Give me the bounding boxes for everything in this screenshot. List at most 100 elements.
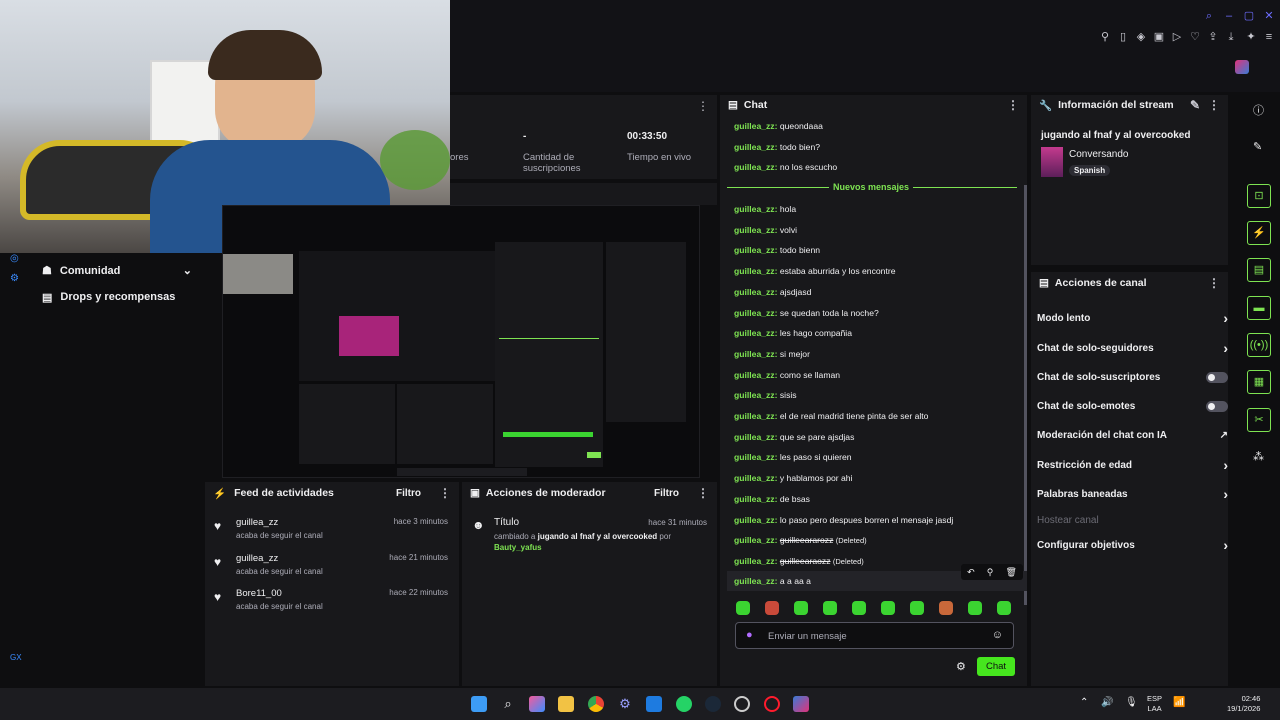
close-icon[interactable]: ✕: [1262, 9, 1276, 23]
share-icon[interactable]: ⇪: [1206, 30, 1220, 44]
chat-message[interactable]: guillea_zz: sisis: [734, 390, 797, 400]
emote-icon[interactable]: [910, 601, 924, 615]
emote-icon[interactable]: [736, 601, 750, 615]
gear-icon[interactable]: ⚙: [10, 273, 19, 284]
broadcast-icon[interactable]: ((•)): [1247, 333, 1271, 357]
mod-entry-user[interactable]: Bauty_yafus: [494, 543, 542, 552]
steam-icon[interactable]: [705, 696, 721, 712]
emote-icon[interactable]: [881, 601, 895, 615]
emote-icon[interactable]: [997, 601, 1011, 615]
toggle-switch[interactable]: [1206, 400, 1228, 412]
more-icon[interactable]: ⋮: [697, 486, 709, 500]
chat-message[interactable]: guillea_zz: de bsas: [734, 494, 810, 504]
camera-icon[interactable]: ▣: [1152, 30, 1166, 44]
nav-drops[interactable]: ▤ Drops y recompensas: [42, 291, 175, 304]
whatsapp-icon[interactable]: [676, 696, 692, 712]
action-emotes-only[interactable]: Chat de solo-emotes: [1037, 396, 1228, 416]
emote-icon[interactable]: [765, 601, 779, 615]
microphone-icon[interactable]: ●: [746, 629, 753, 641]
emote-icon[interactable]: [968, 601, 982, 615]
heart-icon[interactable]: ♡: [1188, 30, 1202, 44]
delete-icon[interactable]: 🗑: [1005, 567, 1016, 578]
chat-message[interactable]: guillea_zz: todo bienn: [734, 245, 820, 255]
chat-message[interactable]: guillea_zz: queondaaa: [734, 121, 823, 131]
emoji-icon[interactable]: ☺: [992, 629, 1003, 641]
action-configure-goals[interactable]: Configurar objetivos ›: [1037, 535, 1228, 555]
chevron-up-icon[interactable]: ⌃: [1080, 697, 1088, 708]
chrome-icon[interactable]: [588, 696, 604, 712]
chat-message[interactable]: guillea_zz: si mejor: [734, 349, 810, 359]
action-ai-moderation[interactable]: Moderación del chat con IA ↗: [1037, 425, 1228, 445]
chat-icon[interactable]: ▬: [1247, 296, 1271, 320]
menu-icon[interactable]: ≡: [1262, 30, 1276, 44]
filter-button[interactable]: Filtro: [396, 488, 421, 499]
extension-icon[interactable]: [1235, 60, 1249, 74]
feed-item[interactable]: ♥ Bore11_00 acaba de seguir el canal hac…: [214, 588, 450, 618]
more-icon[interactable]: ⋮: [1007, 98, 1019, 112]
filter-button[interactable]: Filtro: [654, 488, 679, 499]
pencil-icon[interactable]: ✎: [1253, 140, 1262, 153]
chat-message[interactable]: guillea_zz: el de real madrid tiene pint…: [734, 411, 928, 421]
more-icon[interactable]: ⋮: [1208, 276, 1220, 290]
pin-icon[interactable]: ⚲: [987, 567, 994, 578]
volume-icon[interactable]: 🔊: [1101, 697, 1113, 708]
shield-icon[interactable]: ◈: [1134, 30, 1148, 44]
chat-message[interactable]: guillea_zz: ajsdjasd: [734, 287, 811, 297]
chat-message[interactable]: guillea_zz: estaba aburrida y los encont…: [734, 266, 895, 276]
chat-message[interactable]: guillea_zz: todo bien?: [734, 142, 820, 152]
start-icon[interactable]: [471, 696, 487, 712]
store-icon[interactable]: [646, 696, 662, 712]
chat-message[interactable]: guillea_zz: como se llaman: [734, 370, 840, 380]
gx-app-icon[interactable]: [734, 696, 750, 712]
chat-message[interactable]: guillea_zz: que se pare ajsdjas: [734, 432, 854, 442]
edit-icon[interactable]: ✎: [1190, 98, 1200, 112]
action-subscribers-only[interactable]: Chat de solo-suscriptores: [1037, 367, 1228, 387]
pin-icon[interactable]: ⚲: [1098, 30, 1112, 44]
opera-icon[interactable]: [764, 696, 780, 712]
chat-message[interactable]: guillea_zz: y hablamos por ahi: [734, 473, 852, 483]
action-followers-only[interactable]: Chat de solo-seguidores ›: [1037, 338, 1228, 358]
emote-icon[interactable]: [794, 601, 808, 615]
screenshot-icon[interactable]: ⊡: [1247, 184, 1271, 208]
app-icon[interactable]: [793, 696, 809, 712]
download-icon[interactable]: ⤓: [1224, 30, 1238, 44]
minimize-icon[interactable]: –: [1222, 9, 1236, 23]
clock[interactable]: 02:46 19/1/2026: [1227, 694, 1260, 714]
copilot-icon[interactable]: [529, 696, 545, 712]
bookmark-icon[interactable]: ▯: [1116, 30, 1130, 44]
more-icon[interactable]: ⋮: [439, 486, 451, 500]
bolt-icon[interactable]: ⚡: [1247, 221, 1271, 245]
settings-icon[interactable]: ⚙: [617, 696, 633, 712]
chat-message[interactable]: guillea_zz: volvi: [734, 225, 797, 235]
clipboard-icon[interactable]: ▤: [1247, 258, 1271, 282]
folder-icon[interactable]: [558, 696, 574, 712]
ai-icon[interactable]: ✦: [1242, 30, 1260, 44]
apps-icon[interactable]: ⁂: [1253, 450, 1264, 463]
search-icon[interactable]: ⌕: [500, 696, 516, 712]
toggle-switch[interactable]: [1206, 371, 1228, 383]
feed-item[interactable]: ♥ guillea_zz acaba de seguir el canal ha…: [214, 517, 450, 547]
action-banned-words[interactable]: Palabras baneadas ›: [1037, 484, 1228, 504]
chat-send-button[interactable]: Chat: [977, 657, 1015, 676]
tools-icon[interactable]: ✂: [1247, 408, 1271, 432]
chat-scrollbar[interactable]: [1024, 185, 1027, 605]
reply-icon[interactable]: ↶: [967, 567, 975, 578]
chat-input[interactable]: ● Enviar un mensaje ☺: [735, 622, 1014, 649]
more-icon[interactable]: ⋮: [697, 99, 709, 113]
search-icon[interactable]: ⌕: [1202, 9, 1216, 23]
more-icon[interactable]: ⋮: [1208, 98, 1220, 112]
layout-icon[interactable]: ▦: [1247, 370, 1271, 394]
wifi-icon[interactable]: 📶: [1173, 697, 1185, 708]
nav-community[interactable]: ☗ Comunidad ⌄: [42, 264, 192, 278]
globe-icon[interactable]: ◎: [10, 253, 20, 264]
chat-message[interactable]: guillea_zz: les paso si quieren: [734, 452, 852, 462]
emote-icon[interactable]: [823, 601, 837, 615]
chat-message-deleted[interactable]: guillea_zz: guilleearaozz (Deleted): [734, 556, 864, 566]
chat-message[interactable]: guillea_zz: se quedan toda la noche?: [734, 308, 879, 318]
settings-gear-icon[interactable]: ⚙: [956, 660, 966, 673]
gx-icon[interactable]: GX: [10, 653, 22, 662]
action-slow-mode[interactable]: Modo lento ›: [1037, 308, 1228, 328]
action-age-restriction[interactable]: Restricción de edad ›: [1037, 455, 1228, 475]
chat-message[interactable]: guillea_zz: a a aa a: [734, 576, 811, 586]
feed-item[interactable]: ♥ guillea_zz acaba de seguir el canal ha…: [214, 553, 450, 583]
